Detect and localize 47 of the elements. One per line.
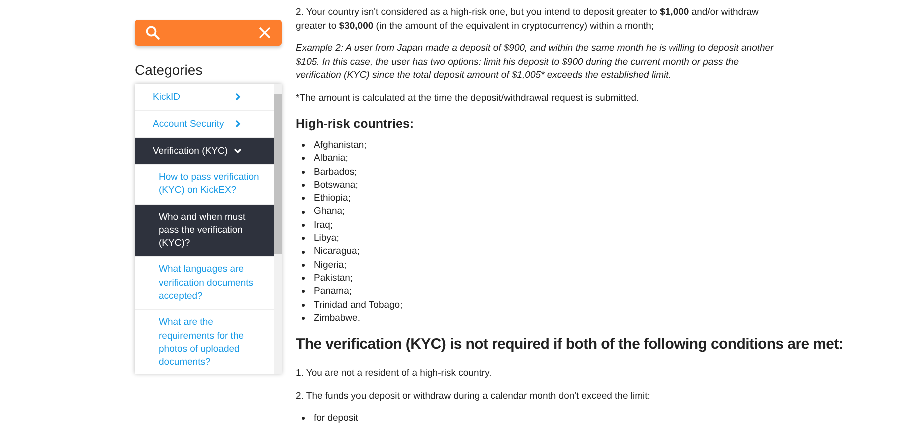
list-item: Afghanistan;	[314, 139, 367, 152]
bullet-icon	[302, 304, 305, 307]
search-icon	[146, 26, 160, 40]
bullet-icon	[302, 237, 305, 240]
list-item: Pakistan;	[314, 272, 354, 286]
list-item: Barbados;	[314, 166, 358, 179]
article-link[interactable]: Who and when must pass the verification (KYC)?	[135, 204, 274, 258]
subheading: High-risk countries:	[296, 117, 416, 131]
bullet-icon	[302, 184, 305, 188]
scrollbar[interactable]	[274, 84, 282, 374]
paragraph: 2. The funds you deposit or withdraw during a calendar month don't exceed the limit:	[296, 390, 652, 404]
bullet-icon	[302, 144, 305, 148]
list-item: Ethiopia;	[314, 192, 351, 206]
paragraph: 1. You are not a resident of a high-risk country.	[296, 367, 493, 381]
bullet-icon	[302, 197, 305, 200]
paragraph: *The amount is calculated at the time the deposit/withdrawal request is submitted.	[296, 92, 640, 105]
list-item: for deposit	[314, 412, 358, 426]
list-item: Botswana;	[314, 178, 358, 192]
search-bar[interactable]	[135, 20, 282, 46]
bullet-icon	[302, 210, 305, 214]
section-heading: The verification (KYC) is not required if both of the following conditions are met:	[296, 335, 844, 356]
list-item: Zimbabwe.	[314, 312, 360, 326]
bullet-icon	[302, 157, 305, 160]
bullet-icon	[302, 170, 305, 174]
list-item: Nigeria;	[314, 258, 347, 272]
list-item: Trinidad and Tobago;	[314, 298, 403, 312]
list-item: Ghana;	[314, 205, 346, 219]
list-item: Albania;	[314, 152, 348, 166]
list-item: Iraq;	[314, 218, 334, 232]
chevron-icon	[234, 147, 242, 155]
list-item: Nicaragua;	[314, 245, 360, 259]
list-item: Libya;	[314, 232, 340, 246]
close-icon[interactable]	[259, 27, 271, 39]
example-paragraph: Example 2: A user from Japan made a deposit of $900, and within the same month he is willing to deposit another $105. In this case, the user has two options: limit his deposit to $900 during the current month or pass the verification (KYC) since the total deposit amount of $1,005* exceeds the established limit.	[296, 42, 775, 82]
chevron-icon	[234, 93, 242, 101]
bullet-icon	[302, 250, 305, 254]
bullet-icon	[302, 290, 305, 294]
chevron-icon	[234, 120, 242, 128]
list-item: Panama;	[314, 285, 352, 299]
paragraph: 2. Your country isn't considered as a high-risk one, but you intend to deposit greater to $1,000 and/or withdraw greater to $30,000 (in the amount of the equivalent in cryptocurrency) within a month;	[296, 6, 760, 33]
bullet-icon	[302, 264, 305, 267]
bullet-icon	[302, 224, 305, 227]
category-item[interactable]: Verification (KYC)	[135, 138, 274, 165]
bullet-icon	[302, 317, 305, 320]
bullet-icon	[302, 277, 305, 280]
categories-title: Categories	[135, 62, 204, 78]
bullet-icon	[302, 417, 305, 420]
